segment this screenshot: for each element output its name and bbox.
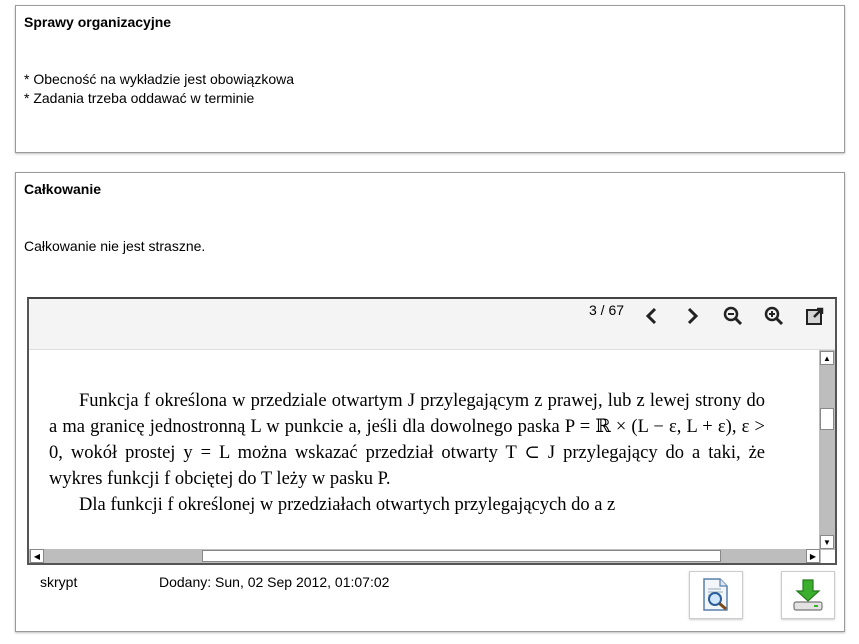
material-panel: Całkowanie Całkowanie nie jest straszne.… — [15, 172, 845, 632]
added-date: Dodany: Sun, 02 Sep 2012, 01:07:02 — [159, 574, 390, 590]
scroll-left-icon[interactable]: ◀ — [30, 549, 44, 563]
vertical-scroll-thumb[interactable] — [820, 408, 834, 430]
horizontal-scrollbar[interactable]: ◀ ▶ — [29, 549, 821, 563]
pdf-paragraph: Dla funkcji f określonej w przedziałach … — [79, 495, 616, 515]
zoom-out-icon[interactable] — [720, 303, 746, 329]
vertical-scrollbar[interactable]: ▲ ▼ — [819, 350, 835, 550]
horizontal-scroll-thumb[interactable] — [202, 550, 721, 562]
pdf-text: Funkcja f określona w przedziale otwarty… — [49, 388, 765, 518]
panel-title: Całkowanie — [24, 181, 102, 197]
panel-body: * Obecność na wykładzie jest obowiązkowa… — [24, 71, 295, 106]
scroll-right-icon[interactable]: ▶ — [806, 549, 820, 563]
next-page-icon[interactable] — [680, 303, 706, 329]
pdf-viewer[interactable]: 3 / 67 Funkcja f określona w przedziale … — [27, 297, 837, 565]
material-type: skrypt — [40, 574, 78, 590]
scroll-down-icon[interactable]: ▼ — [820, 535, 834, 549]
announcement-panel: Sprawy organizacyjne * Obecność na wykła… — [15, 5, 845, 153]
pdf-page: Funkcja f określona w przedziale otwarty… — [29, 350, 824, 550]
download-button[interactable] — [781, 571, 835, 619]
pdf-toolbar: 3 / 67 — [29, 299, 835, 350]
preview-document-icon — [703, 578, 728, 611]
zoom-in-icon[interactable] — [761, 303, 787, 329]
page-indicator: 3 / 67 — [589, 302, 625, 318]
preview-button[interactable] — [689, 571, 743, 619]
prev-page-icon[interactable] — [638, 303, 664, 329]
open-external-icon[interactable] — [802, 303, 828, 329]
panel-title: Sprawy organizacyjne — [24, 14, 172, 30]
pdf-paragraph: Funkcja f określona w przedziale otwarty… — [49, 391, 765, 489]
scroll-up-icon[interactable]: ▲ — [820, 351, 834, 365]
download-icon — [793, 579, 823, 611]
panel-body: Całkowanie nie jest straszne. — [24, 238, 206, 254]
